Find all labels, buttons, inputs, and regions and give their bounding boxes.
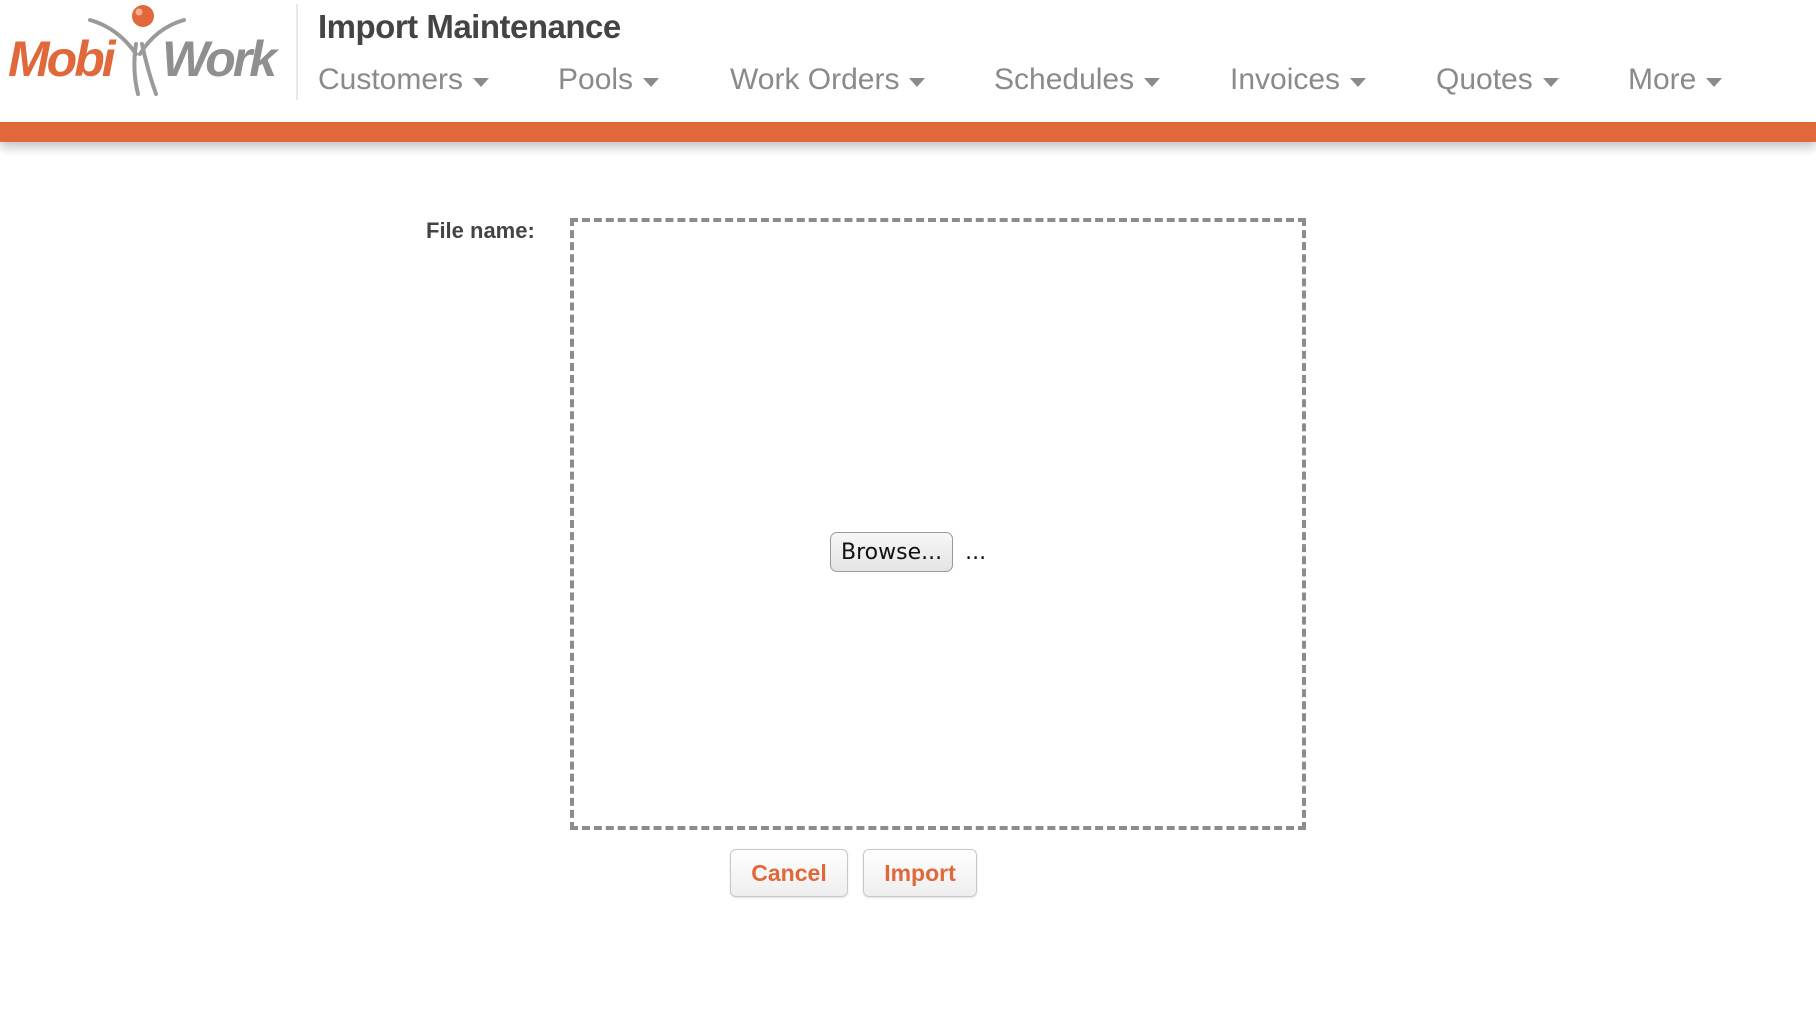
nav-item-work-orders[interactable]: Work Orders — [730, 58, 926, 102]
import-button[interactable]: Import — [863, 849, 977, 897]
chevron-down-icon — [1706, 77, 1723, 87]
nav-item-label: More — [1628, 63, 1697, 96]
file-picker: Browse... ... — [830, 532, 986, 572]
logo-text-mobi: Mobi — [8, 31, 117, 87]
nav-item-more[interactable]: More — [1628, 58, 1723, 102]
chevron-down-icon — [473, 77, 490, 87]
nav-item-label: Work Orders — [730, 63, 900, 96]
file-drop-zone[interactable] — [570, 218, 1306, 830]
header-divider — [296, 4, 298, 100]
chevron-down-icon — [1144, 77, 1161, 87]
nav-item-label: Invoices — [1230, 63, 1341, 96]
app-header: Mobi Work Import Maintenance Customers P… — [0, 0, 1816, 122]
nav-item-label: Schedules — [994, 63, 1135, 96]
mobiwork-logo[interactable]: Mobi Work — [6, 2, 286, 98]
nav-item-pools[interactable]: Pools — [558, 58, 660, 102]
chevron-down-icon — [643, 77, 660, 87]
file-name-label: File name: — [426, 218, 535, 243]
chevron-down-icon — [1350, 77, 1367, 87]
nav-item-label: Customers — [318, 63, 464, 96]
nav-item-schedules[interactable]: Schedules — [994, 58, 1161, 102]
nav-item-quotes[interactable]: Quotes — [1436, 58, 1559, 102]
nav-item-label: Pools — [558, 63, 634, 96]
browse-button[interactable]: Browse... — [830, 532, 954, 572]
nav-item-invoices[interactable]: Invoices — [1230, 58, 1367, 102]
nav-item-customers[interactable]: Customers — [318, 58, 490, 102]
nav-item-label: Quotes — [1436, 63, 1533, 96]
selected-file-name: ... — [965, 539, 987, 565]
logo-text-work: Work — [162, 31, 279, 87]
chevron-down-icon — [1542, 77, 1559, 87]
page-title: Import Maintenance — [318, 8, 621, 45]
cancel-button[interactable]: Cancel — [730, 849, 848, 897]
header-accent-bar — [0, 122, 1816, 142]
chevron-down-icon — [909, 77, 926, 87]
